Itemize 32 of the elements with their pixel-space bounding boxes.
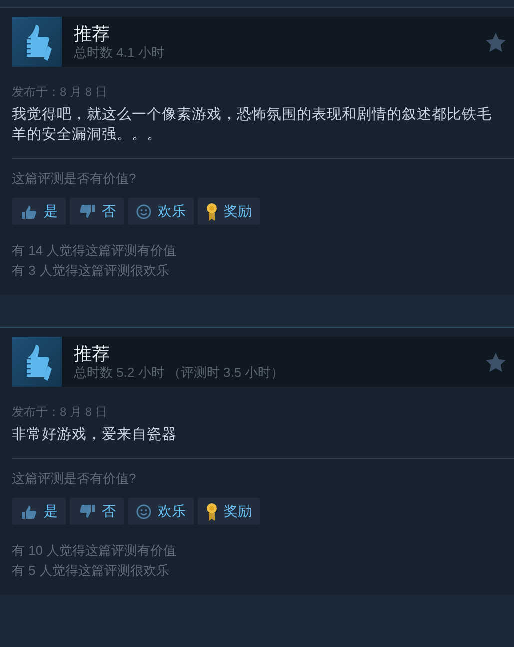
vote-count: 有 14 人觉得这篇评测有价值 [12, 242, 178, 260]
playtime: 总时数 4.1 小时 [74, 45, 166, 61]
vote-button[interactable]: 欢乐 [128, 498, 194, 525]
review-text: 我觉得吧，就这么一个像素游戏，恐怖氛围的表现和剧情的叙述都比铁毛羊的安全漏洞强。。。 [12, 106, 493, 145]
smiley-icon [136, 504, 152, 520]
star-icon[interactable] [486, 32, 506, 52]
vote-button[interactable]: 否 [70, 198, 124, 225]
thumbs-down-icon [78, 204, 96, 220]
post-date: 发布于：8 月 8 日 [12, 404, 108, 420]
playtime: 总时数 5.2 小时 （评测时 3.5 小时） [74, 365, 286, 381]
review-text: 非常好游戏，爱来自瓷器 [12, 426, 178, 445]
vote-count: 有 3 人觉得这篇评测很欢乐 [12, 262, 170, 280]
helpful-question: 这篇评测是否有价值? [12, 471, 138, 487]
vote-button[interactable]: 是 [12, 498, 66, 525]
smiley-icon [136, 204, 152, 220]
review-verdict: 推荐 [74, 343, 111, 365]
vote-count: 有 5 人觉得这篇评测很欢乐 [12, 562, 170, 580]
vote-button[interactable]: 奖励 [198, 198, 260, 225]
vote-button[interactable]: 否 [70, 498, 124, 525]
award-ribbon-icon [206, 502, 218, 522]
vote-button[interactable]: 欢乐 [128, 198, 194, 225]
star-icon[interactable] [486, 352, 506, 372]
thumbs-up-icon [20, 204, 38, 220]
thumbs-up-icon [20, 504, 38, 520]
vote-count: 有 10 人觉得这篇评测有价值 [12, 542, 178, 560]
vote-button[interactable]: 奖励 [198, 498, 260, 525]
award-ribbon-icon [206, 202, 218, 222]
helpful-question: 这篇评测是否有价值? [12, 171, 138, 187]
vote-button[interactable]: 是 [12, 198, 66, 225]
thumbs-down-icon [78, 504, 96, 520]
post-date: 发布于：8 月 8 日 [12, 84, 108, 100]
review-verdict: 推荐 [74, 23, 111, 45]
